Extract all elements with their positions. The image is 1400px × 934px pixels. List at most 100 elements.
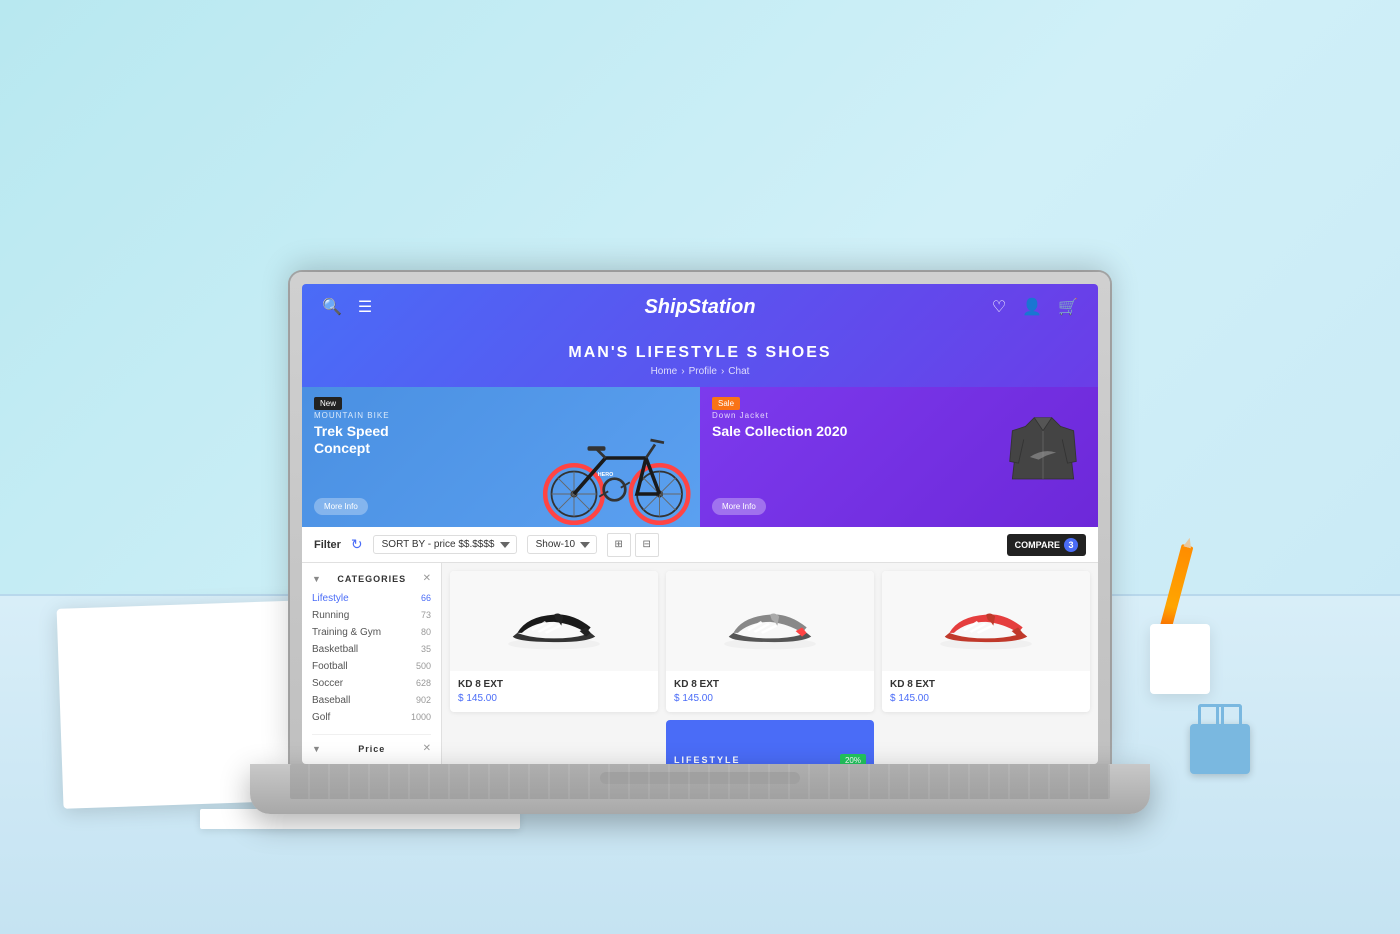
laptop-screen-wrapper: 🔍 ☰ ShipStation ♡ 👤 🛒 MAN'S LIFESTYLE S … (290, 272, 1110, 764)
product-price-3: $ 145.00 (890, 693, 1082, 704)
banner-category-right: Down Jacket (712, 411, 769, 420)
banner-title-right: Sale Collection 2020 (712, 423, 847, 440)
list-view-icon[interactable]: ⊟ (635, 533, 659, 557)
category-football[interactable]: Football 500 (312, 658, 431, 675)
category-count-basketball: 35 (421, 644, 431, 655)
laptop: 🔍 ☰ ShipStation ♡ 👤 🛒 MAN'S LIFESTYLE S … (250, 272, 1150, 814)
banner-jacket: Sale Down Jacket Sale Collection 2020 Mo… (700, 387, 1098, 527)
breadcrumb-chat[interactable]: Chat (728, 366, 749, 377)
product-info-3: KD 8 EXT $ 145.00 (882, 671, 1090, 712)
category-basketball[interactable]: Basketball 35 (312, 641, 431, 658)
product-name-3: KD 8 EXT (890, 679, 1082, 690)
sidebar-divider (312, 734, 431, 735)
shoe-image-gray (715, 586, 825, 656)
products-panel: KD 8 EXT $ 145.00 (442, 563, 1098, 764)
category-baseball[interactable]: Baseball 902 (312, 692, 431, 709)
nav-right: ♡ 👤 🛒 (992, 297, 1078, 317)
laptop-screen: 🔍 ☰ ShipStation ♡ 👤 🛒 MAN'S LIFESTYLE S … (302, 284, 1098, 764)
cart-icon[interactable]: 🛒 (1058, 297, 1078, 317)
category-lifestyle[interactable]: Lifestyle 66 (312, 590, 431, 607)
banner-more-info-right[interactable]: More Info (712, 498, 766, 515)
breadcrumb-profile[interactable]: Profile (689, 366, 717, 377)
brand-logo: ShipStation (644, 296, 755, 319)
lifestyle-badge: 20% (840, 754, 866, 765)
category-count-baseball: 902 (416, 695, 431, 706)
refresh-icon[interactable]: ↻ (351, 536, 363, 553)
category-count-golf: 1000 (411, 712, 431, 723)
lifestyle-card[interactable]: LIFESTYLE 20% (666, 720, 874, 764)
price-header[interactable]: ▼ Price ✕ (312, 743, 431, 754)
search-icon[interactable]: 🔍 (322, 297, 342, 317)
sort-select[interactable]: SORT BY - price $$.$$$$ (373, 535, 517, 554)
product-image-3 (882, 571, 1090, 671)
price-title: Price (358, 744, 385, 754)
category-running[interactable]: Running 73 (312, 607, 431, 624)
jacket-image (1008, 407, 1078, 507)
product-name-2: KD 8 EXT (674, 679, 866, 690)
category-count-running: 73 (421, 610, 431, 621)
categories-title: CATEGORIES (337, 574, 406, 584)
category-count-training: 80 (421, 627, 431, 638)
badge-sale: Sale (712, 397, 740, 410)
cup (1150, 624, 1210, 694)
category-name-football: Football (312, 661, 348, 672)
category-count-lifestyle: 66 (421, 593, 431, 604)
pencil-cup (1140, 594, 1220, 694)
badge-new: New (314, 397, 342, 410)
hero-section: MAN'S LIFESTYLE S SHOES Home › Profile ›… (302, 330, 1098, 387)
categories-header[interactable]: ▼ CATEGORIES ✕ (312, 573, 431, 584)
compare-label: COMPARE (1015, 540, 1060, 550)
price-close[interactable]: ✕ (423, 743, 431, 754)
menu-icon[interactable]: ☰ (358, 297, 372, 317)
category-name-golf: Golf (312, 712, 330, 723)
category-training[interactable]: Training & Gym 80 (312, 624, 431, 641)
bike-image: HERO (520, 407, 700, 527)
app-navbar: 🔍 ☰ ShipStation ♡ 👤 🛒 (302, 284, 1098, 330)
product-info-2: KD 8 EXT $ 145.00 (666, 671, 874, 712)
lifestyle-label: LIFESTYLE (674, 755, 741, 764)
product-card-1[interactable]: KD 8 EXT $ 145.00 (450, 571, 658, 712)
banner-title-left: Trek Speed Concept (314, 423, 444, 457)
show-select[interactable]: Show-10 (527, 535, 597, 554)
product-name-1: KD 8 EXT (458, 679, 650, 690)
filter-button[interactable]: Filter (314, 539, 341, 551)
category-golf[interactable]: Golf 1000 (312, 709, 431, 726)
pencil (1159, 544, 1194, 634)
binder-clip (1190, 724, 1250, 774)
banner-more-info-left[interactable]: More Info (314, 498, 368, 515)
nav-left: 🔍 ☰ (322, 297, 372, 317)
category-name-soccer: Soccer (312, 678, 343, 689)
banners-section: New MOUNTAIN BIKE Trek Speed Concept Mor… (302, 387, 1098, 527)
banner-category-left: MOUNTAIN BIKE (314, 411, 390, 420)
products-grid: KD 8 EXT $ 145.00 (442, 563, 1098, 764)
product-card-3[interactable]: KD 8 EXT $ 145.00 (882, 571, 1090, 712)
breadcrumb: Home › Profile › Chat (322, 366, 1078, 377)
grid-view-icon[interactable]: ⊞ (607, 533, 631, 557)
view-icons: ⊞ ⊟ (607, 533, 659, 557)
product-card-2[interactable]: KD 8 EXT $ 145.00 (666, 571, 874, 712)
category-name-basketball: Basketball (312, 644, 358, 655)
category-name-baseball: Baseball (312, 695, 350, 706)
wishlist-icon[interactable]: ♡ (992, 297, 1006, 317)
categories-close[interactable]: ✕ (423, 573, 431, 584)
product-price-1: $ 145.00 (458, 693, 650, 704)
category-soccer[interactable]: Soccer 628 (312, 675, 431, 692)
laptop-base (250, 764, 1150, 814)
compare-count: 3 (1064, 538, 1078, 552)
shoe-image-black (499, 586, 609, 656)
scene: 🔍 ☰ ShipStation ♡ 👤 🛒 MAN'S LIFESTYLE S … (0, 0, 1400, 934)
category-name-lifestyle: Lifestyle (312, 593, 349, 604)
account-icon[interactable]: 👤 (1022, 297, 1042, 317)
product-image-1 (450, 571, 658, 671)
category-count-soccer: 628 (416, 678, 431, 689)
product-price-2: $ 145.00 (674, 693, 866, 704)
banner-bike: New MOUNTAIN BIKE Trek Speed Concept Mor… (302, 387, 700, 527)
keyboard (290, 764, 1110, 799)
shoe-image-red (931, 586, 1041, 656)
product-info-1: KD 8 EXT $ 145.00 (450, 671, 658, 712)
category-name-running: Running (312, 610, 349, 621)
breadcrumb-home[interactable]: Home (651, 366, 678, 377)
sidebar: ▼ CATEGORIES ✕ Lifestyle 66 Running 73 (302, 563, 442, 764)
compare-button[interactable]: COMPARE 3 (1007, 534, 1086, 556)
product-image-2 (666, 571, 874, 671)
